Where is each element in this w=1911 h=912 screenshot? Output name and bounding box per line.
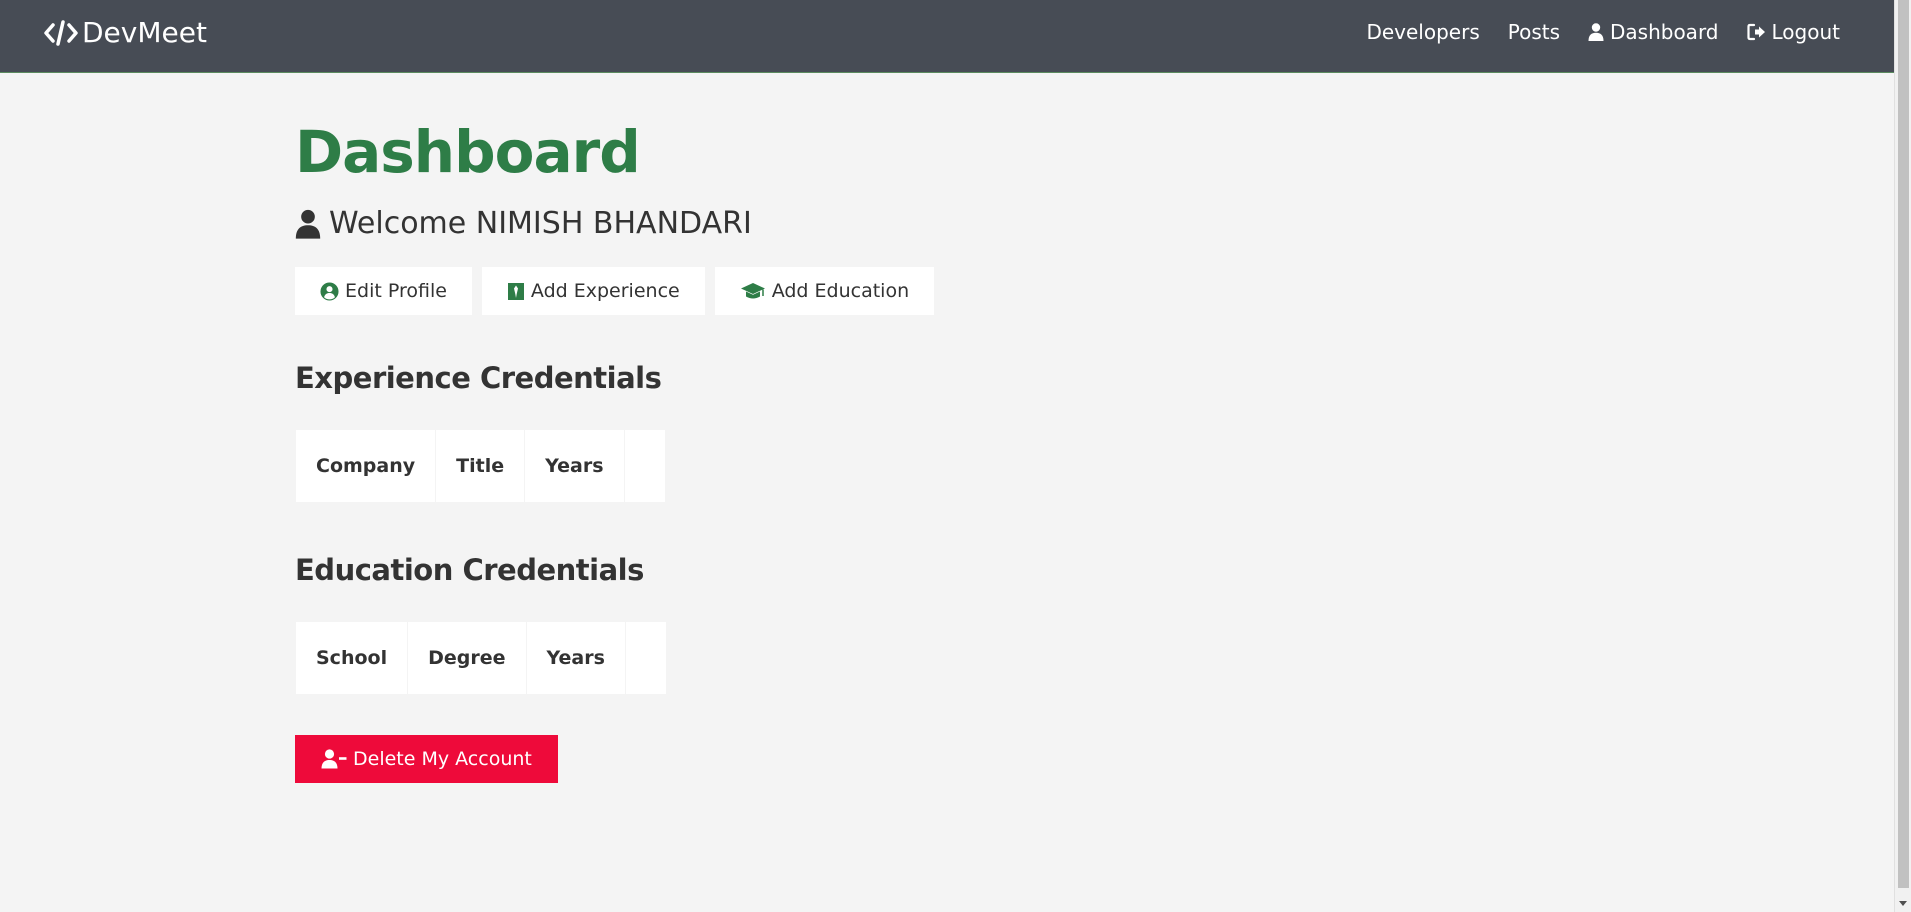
brand-link[interactable]: DevMeet bbox=[44, 16, 207, 49]
welcome-text: Welcome NIMISH BHANDARI bbox=[329, 206, 752, 241]
nav-developers-link[interactable]: Developers bbox=[1366, 20, 1479, 44]
user-circle-icon bbox=[320, 281, 339, 301]
vertical-scrollbar[interactable] bbox=[1894, 0, 1911, 912]
column-header-actions bbox=[625, 622, 666, 694]
add-experience-button[interactable]: Add Experience bbox=[481, 267, 705, 315]
table-row: Company Title Years bbox=[296, 430, 665, 502]
education-section-title: Education Credentials bbox=[295, 553, 644, 587]
experience-table-header: Company Title Years bbox=[296, 430, 665, 502]
nav-logout-label: Logout bbox=[1771, 20, 1840, 44]
delete-account-button[interactable]: Delete My Account bbox=[295, 735, 558, 783]
nav-logout-link[interactable]: Logout bbox=[1746, 20, 1840, 44]
logout-icon bbox=[1746, 23, 1765, 41]
add-education-label: Add Education bbox=[771, 280, 910, 302]
graduation-cap-icon bbox=[740, 282, 765, 298]
user-icon bbox=[1588, 23, 1604, 41]
user-minus-icon bbox=[321, 749, 347, 769]
column-header-title: Title bbox=[436, 430, 525, 502]
nav-links: Developers Posts Dashboard Logout bbox=[1366, 20, 1840, 44]
experience-section-title: Experience Credentials bbox=[295, 361, 662, 395]
welcome-message: Welcome NIMISH BHANDARI bbox=[295, 206, 1195, 241]
add-education-button[interactable]: Add Education bbox=[714, 267, 935, 315]
column-header-company: Company bbox=[296, 430, 436, 502]
nav-dashboard-link[interactable]: Dashboard bbox=[1588, 20, 1719, 44]
experience-table: Company Title Years bbox=[295, 429, 666, 503]
column-header-degree: Degree bbox=[408, 622, 526, 694]
navbar: DevMeet Developers Posts Dashboard Logou… bbox=[0, 0, 1894, 73]
scroll-down-arrow-icon[interactable] bbox=[1899, 901, 1907, 906]
code-icon bbox=[44, 19, 78, 46]
user-icon bbox=[295, 209, 321, 239]
page-title: Dashboard bbox=[295, 118, 641, 186]
nav-developers-label: Developers bbox=[1366, 20, 1480, 44]
scrollbar-thumb[interactable] bbox=[1898, 0, 1909, 888]
column-header-years: Years bbox=[525, 430, 624, 502]
delete-account-label: Delete My Account bbox=[353, 748, 532, 770]
nav-posts-link[interactable]: Posts bbox=[1508, 20, 1560, 44]
education-table: School Degree Years bbox=[295, 621, 667, 695]
nav-posts-label: Posts bbox=[1507, 20, 1560, 44]
add-experience-label: Add Experience bbox=[530, 280, 680, 302]
dashboard-actions: Edit Profile Add Experience Add Educatio… bbox=[295, 267, 1195, 315]
edit-profile-label: Edit Profile bbox=[345, 280, 447, 302]
column-header-school: School bbox=[296, 622, 408, 694]
nav-dashboard-label: Dashboard bbox=[1610, 20, 1719, 44]
education-table-header: School Degree Years bbox=[296, 622, 666, 694]
column-header-actions bbox=[624, 430, 665, 502]
brand-name: DevMeet bbox=[82, 16, 207, 49]
column-header-years: Years bbox=[526, 622, 625, 694]
user-tie-icon bbox=[507, 282, 524, 300]
main-content: Dashboard Welcome NIMISH BHANDARI Edit P… bbox=[295, 112, 1195, 783]
edit-profile-button[interactable]: Edit Profile bbox=[295, 267, 472, 315]
table-row: School Degree Years bbox=[296, 622, 666, 694]
